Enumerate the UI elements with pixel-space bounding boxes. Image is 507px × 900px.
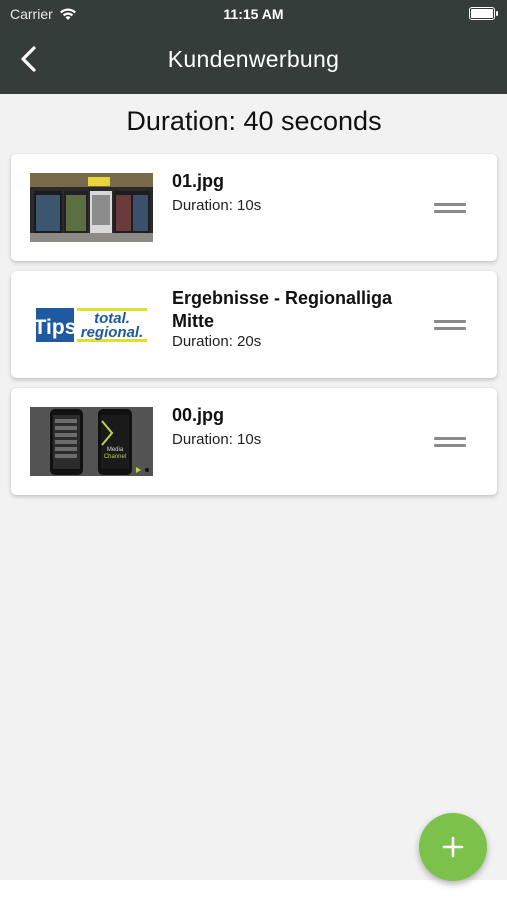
tips-logo-text-bottom: regional. — [81, 324, 144, 341]
item-name: 01.jpg — [172, 171, 225, 191]
item-name: 00.jpg — [172, 405, 225, 425]
list-item[interactable]: 01.jpg Duration: 10s — [11, 154, 497, 261]
total-duration: Duration: 40 seconds — [126, 106, 382, 136]
add-button[interactable] — [419, 813, 487, 881]
battery-icon — [469, 7, 498, 20]
drag-handle-icon[interactable] — [434, 203, 466, 215]
thumbnail-vending-machines — [30, 173, 153, 242]
screen: Carrier 11:15 AM Kundenwerbung Duration:… — [0, 0, 507, 900]
list-item[interactable]: Tips total. regional. Ergebnisse - Regio… — [11, 271, 497, 378]
tips-logo-text: Tips — [34, 316, 77, 339]
item-duration: Duration: 10s — [172, 197, 262, 214]
item-duration: Duration: 10s — [172, 431, 262, 448]
item-name: Ergebnisse - Regionalliga Mitte — [172, 288, 393, 331]
top-bar: Carrier 11:15 AM Kundenwerbung — [0, 0, 507, 94]
item-text: 00.jpg Duration: 10s — [172, 404, 422, 448]
tips-logo-image: Tips total. regional. — [30, 290, 153, 359]
item-text: 01.jpg Duration: 10s — [172, 170, 422, 214]
phones-mockup-image: Media Channel — [30, 407, 153, 476]
page-title: Kundenwerbung — [167, 46, 340, 72]
phone-screen-text-line2: Channel — [104, 454, 126, 460]
item-duration: Duration: 20s — [172, 333, 262, 350]
thumbnail-tips-logo: Tips total. regional. — [30, 290, 153, 359]
list-item[interactable]: Media Channel 00.jpg Duration: 10s — [11, 388, 497, 495]
navigation-bar: Kundenwerbung — [0, 28, 507, 94]
drag-handle-icon[interactable] — [434, 320, 466, 332]
status-bar: Carrier 11:15 AM — [0, 0, 507, 28]
thumbnail-phones: Media Channel — [30, 407, 153, 476]
vending-machines-image — [30, 173, 153, 242]
main-content: Duration: 40 seconds 01.jpg Duration: 10… — [7, 94, 501, 880]
phone-screen-text-line1: Media — [107, 447, 124, 453]
plus-icon — [442, 836, 464, 858]
drag-handle-icon[interactable] — [434, 437, 466, 449]
clock: 11:15 AM — [223, 6, 284, 22]
bottom-strip — [0, 880, 507, 900]
item-text: Ergebnisse - Regionalliga Mitte Duration… — [172, 287, 422, 350]
